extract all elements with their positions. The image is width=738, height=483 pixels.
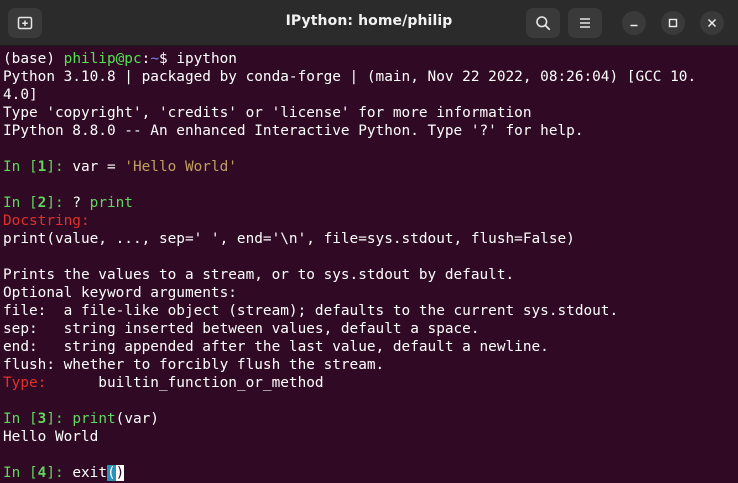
doc-line: sep: string inserted between values, def…	[3, 321, 480, 337]
input-code: ?	[72, 195, 90, 211]
builtin-name: print	[72, 411, 116, 427]
hamburger-menu-icon	[577, 15, 593, 31]
current-path: ~	[150, 51, 159, 67]
minimize-button[interactable]	[622, 11, 646, 35]
close-icon	[707, 18, 717, 28]
input-prompt: In [1]:	[3, 159, 73, 175]
search-button[interactable]	[526, 8, 560, 38]
close-button[interactable]	[700, 11, 724, 35]
string-literal: 'Hello World'	[124, 159, 237, 175]
banner-line: Python 3.10.8 | packaged by conda-forge …	[3, 69, 697, 85]
terminal-output[interactable]: (base) philip@pc:~$ ipython Python 3.10.8…	[0, 46, 738, 483]
prompt-colon: :	[141, 51, 151, 67]
menu-button[interactable]	[568, 8, 602, 38]
input-code: (var)	[115, 411, 159, 427]
doc-line: Optional keyword arguments:	[3, 285, 237, 301]
text-cursor[interactable]: )	[115, 465, 125, 481]
input-code: var =	[72, 159, 125, 175]
builtin-name: print	[89, 195, 133, 211]
shell-prompt-line: (base) philip@pc:~$ ipython	[3, 50, 738, 68]
type-label: Type:	[3, 375, 47, 391]
banner-line: IPython 8.8.0 -- An enhanced Interactive…	[3, 123, 584, 139]
terminal-window: IPython: home/philip (base) philip@pc:~$…	[0, 0, 738, 483]
input-line-4[interactable]: In [4]: exit()	[3, 464, 738, 482]
input-prompt: In [2]:	[3, 195, 73, 211]
input-prompt: In [3]:	[3, 411, 73, 427]
banner-line: 4.0]	[3, 87, 38, 103]
maximize-icon	[668, 18, 678, 28]
input-line-3: In [3]: print(var)	[3, 410, 738, 428]
banner-line: Type 'copyright', 'credits' or 'license'…	[3, 105, 532, 121]
doc-line: file: a file-like object (stream); defau…	[3, 303, 619, 319]
input-line-1: In [1]: var = 'Hello World'	[3, 158, 738, 176]
doc-line: end: string appended after the last valu…	[3, 339, 549, 355]
doc-line: flush: whether to forcibly flush the str…	[3, 357, 385, 373]
output-line-3: Hello World	[3, 429, 99, 445]
prompt-dollar: $	[158, 51, 177, 67]
type-line: Type: builtin_function_or_method	[3, 374, 738, 392]
conda-env: (base)	[3, 51, 64, 67]
user-host: philip@pc	[63, 51, 142, 67]
shell-command: ipython	[176, 51, 237, 67]
type-value: builtin_function_or_method	[46, 375, 324, 391]
input-line-2: In [2]: ? print	[3, 194, 738, 212]
input-prompt: In [4]:	[3, 465, 73, 481]
doc-line: Prints the values to a stream, or to sys…	[3, 267, 515, 283]
search-icon	[535, 15, 551, 31]
docstring-label: Docstring:	[3, 213, 90, 229]
signature-line: print(value, ..., sep=' ', end='\n', fil…	[3, 231, 575, 247]
minimize-icon	[629, 18, 639, 28]
matched-paren: (	[106, 465, 116, 481]
maximize-button[interactable]	[661, 11, 685, 35]
title-bar: IPython: home/philip	[0, 0, 738, 46]
input-code: exit	[72, 465, 107, 481]
